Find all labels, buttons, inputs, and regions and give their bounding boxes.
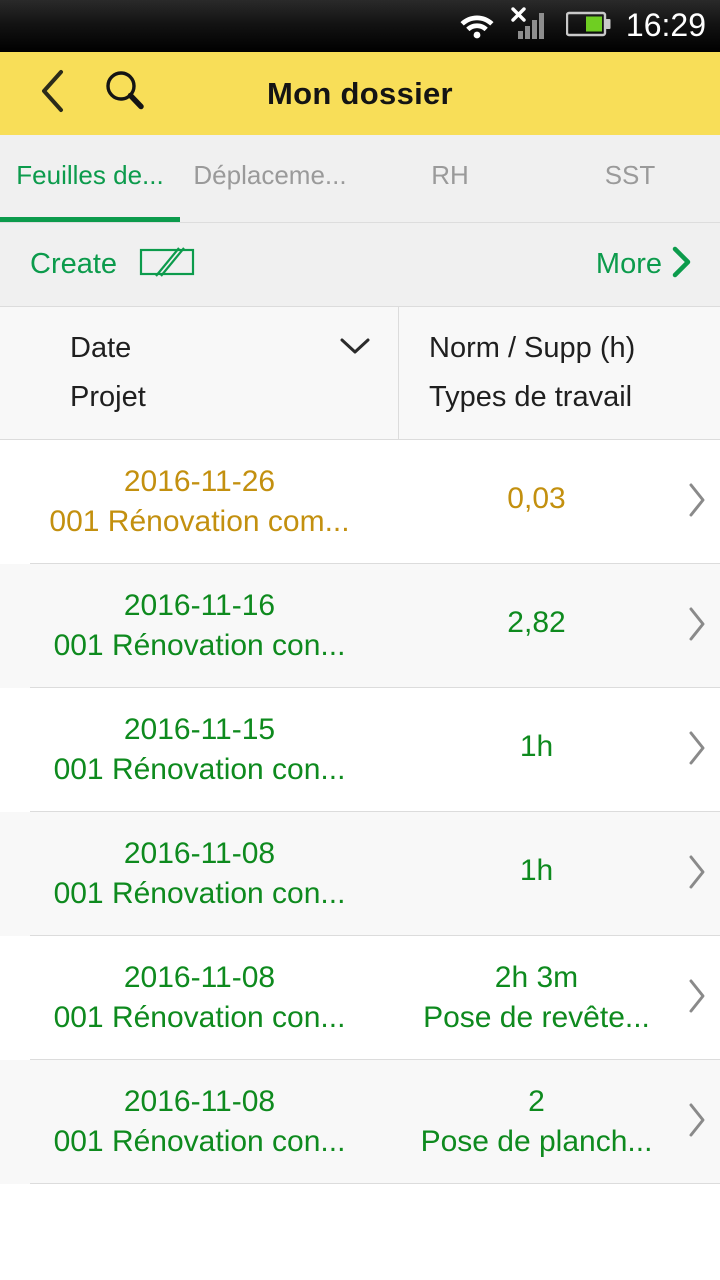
- row-open-button[interactable]: [674, 852, 720, 897]
- row-date: 2016-11-08: [123, 1085, 276, 1118]
- row-right-cell: 2,82: [399, 606, 674, 646]
- row-date: 2016-11-08: [123, 961, 276, 994]
- tab-deplacements[interactable]: Déplaceme...: [180, 135, 360, 222]
- search-icon: [102, 68, 148, 119]
- table-row[interactable]: 2016-11-26 001 Rénovation com... 0,03: [0, 440, 720, 564]
- column-header-norm-supp: Norm / Supp (h): [429, 332, 636, 364]
- row-right-cell: 1h: [399, 730, 674, 770]
- chevron-right-icon: [685, 976, 709, 1021]
- row-hours: 2h 3m: [494, 961, 579, 994]
- row-open-button[interactable]: [674, 480, 720, 525]
- row-project: 001 Rénovation con...: [53, 629, 346, 662]
- tab-bar: Feuilles de... Déplaceme... RH SST: [0, 135, 720, 223]
- row-hours: 0,03: [507, 482, 566, 515]
- chevron-right-icon: [668, 245, 694, 284]
- tab-feuilles-de-temps[interactable]: Feuilles de...: [0, 135, 180, 222]
- row-project: 001 Rénovation con...: [53, 1001, 346, 1034]
- tab-label: Feuilles de...: [16, 160, 164, 190]
- table-row[interactable]: 2016-11-08 001 Rénovation con... 1h: [0, 812, 720, 936]
- search-button[interactable]: [94, 68, 156, 119]
- table-row[interactable]: 2016-11-16 001 Rénovation con... 2,82: [0, 564, 720, 688]
- action-bar: Create More: [0, 223, 720, 307]
- signal-no-sim-icon: [509, 6, 553, 46]
- row-hours: 1h: [519, 854, 554, 887]
- row-right-cell: 2 Pose de planch...: [399, 1085, 674, 1159]
- more-label: More: [595, 248, 662, 280]
- create-label: Create: [30, 248, 118, 280]
- table-row[interactable]: 2016-11-08 001 Rénovation con... 2 Pose …: [0, 1060, 720, 1184]
- status-clock: 16:29: [625, 7, 706, 43]
- row-open-button[interactable]: [674, 976, 720, 1021]
- row-work-type: Pose de revête...: [423, 1001, 650, 1034]
- chevron-right-icon: [685, 1100, 709, 1145]
- row-right-cell: 0,03: [399, 482, 674, 522]
- row-hours: 2,82: [507, 606, 566, 639]
- tab-rh[interactable]: RH: [360, 135, 540, 222]
- app-bar: Mon dossier: [0, 52, 720, 135]
- tab-label: Déplaceme...: [193, 160, 347, 190]
- column-header-projet: Projet: [70, 381, 146, 413]
- row-left-cell: 2016-11-08 001 Rénovation con...: [0, 1085, 399, 1159]
- row-work-type: Pose de planch...: [420, 1125, 653, 1158]
- row-right-cell: 2h 3m Pose de revête...: [399, 961, 674, 1035]
- create-button[interactable]: Create: [30, 243, 195, 286]
- chevron-right-icon: [685, 728, 709, 773]
- row-date: 2016-11-08: [123, 837, 276, 870]
- more-button[interactable]: More: [596, 245, 694, 284]
- row-left-cell: 2016-11-08 001 Rénovation con...: [0, 961, 399, 1035]
- row-open-button[interactable]: [674, 1100, 720, 1145]
- status-icon-group: [458, 6, 612, 46]
- chevron-down-icon[interactable]: [338, 335, 372, 362]
- chevron-left-icon: [38, 67, 68, 120]
- status-bar: 16:29: [0, 0, 720, 52]
- column-header-right[interactable]: Norm / Supp (h) Types de travail: [399, 307, 720, 439]
- wifi-icon: [458, 9, 496, 44]
- row-date: 2016-11-26: [123, 465, 276, 498]
- row-hours: 1h: [519, 730, 554, 763]
- tab-label: SST: [604, 160, 656, 190]
- row-left-cell: 2016-11-26 001 Rénovation com...: [0, 465, 399, 539]
- row-project: 001 Rénovation con...: [53, 877, 346, 910]
- row-open-button[interactable]: [674, 604, 720, 649]
- row-project: 001 Rénovation com...: [49, 505, 350, 538]
- row-left-cell: 2016-11-08 001 Rénovation con...: [0, 837, 399, 911]
- row-hours: 2: [528, 1085, 545, 1118]
- table-row[interactable]: 2016-11-08 001 Rénovation con... 2h 3m P…: [0, 936, 720, 1060]
- row-date: 2016-11-15: [123, 713, 276, 746]
- column-header-left[interactable]: Date Projet: [0, 307, 399, 439]
- battery-icon: [565, 11, 612, 42]
- row-right-cell: 1h: [399, 854, 674, 894]
- table-column-header: Date Projet Norm / Supp (h) Types de tra…: [0, 307, 720, 440]
- row-project: 001 Rénovation con...: [53, 753, 346, 786]
- chevron-right-icon: [685, 480, 709, 525]
- column-header-date: Date: [70, 332, 132, 364]
- tab-label: RH: [431, 160, 469, 190]
- row-left-cell: 2016-11-15 001 Rénovation con...: [0, 713, 399, 787]
- sort-control[interactable]: Date: [70, 332, 372, 365]
- column-header-types-travail: Types de travail: [429, 381, 633, 413]
- chevron-right-icon: [685, 604, 709, 649]
- row-left-cell: 2016-11-16 001 Rénovation con...: [0, 589, 399, 663]
- edit-note-icon: [139, 243, 195, 286]
- timesheet-list: 2016-11-26 001 Rénovation com... 0,03 20…: [0, 440, 720, 1184]
- table-row[interactable]: 2016-11-15 001 Rénovation con... 1h: [0, 688, 720, 812]
- chevron-right-icon: [685, 852, 709, 897]
- back-button[interactable]: [22, 67, 84, 120]
- row-open-button[interactable]: [674, 728, 720, 773]
- row-project: 001 Rénovation con...: [53, 1125, 346, 1158]
- row-date: 2016-11-16: [123, 589, 276, 622]
- tab-sst[interactable]: SST: [540, 135, 720, 222]
